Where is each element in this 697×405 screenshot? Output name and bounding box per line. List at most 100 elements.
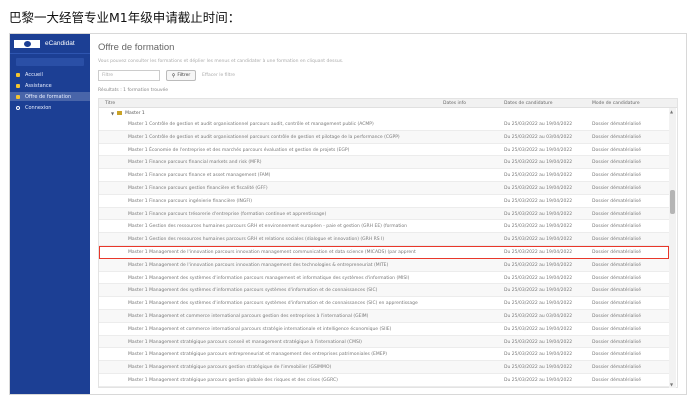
row-mode: Dossier dématérialisé [592, 173, 641, 179]
scroll-thumb[interactable] [670, 190, 675, 214]
row-title: Master 1 Finance parcours trésorerie d'e… [128, 211, 327, 217]
sidebar-item-label: Accueil [25, 71, 43, 78]
row-mode: Dossier dématérialisé [592, 185, 641, 191]
row-mode: Dossier dématérialisé [592, 377, 641, 383]
row-dates: Du 25/03/2022 au 19/04/2022 [504, 249, 573, 255]
table-row[interactable]: Master 1 Économie de l'entreprise et des… [99, 144, 669, 157]
row-mode: Dossier dématérialisé [592, 339, 641, 345]
row-mode: Dossier dématérialisé [592, 160, 641, 166]
folder-icon [117, 111, 123, 115]
search-icon: ⚲ [171, 72, 176, 79]
table-row[interactable]: Master 1 Management des systèmes d'infor… [99, 297, 669, 310]
row-mode: Dossier dématérialisé [592, 313, 641, 319]
table-row[interactable]: Master 1 Management stratégique parcours… [99, 348, 669, 362]
filter-button[interactable]: ⚲ Filtrer [166, 70, 196, 81]
university-logo [14, 39, 40, 48]
app-name: eCandidat [45, 40, 75, 47]
table-row[interactable]: Master 1 Finance parcours ingénierie fin… [99, 195, 669, 208]
help-icon [16, 83, 20, 88]
table-row[interactable]: Master 1 Management des systèmes d'infor… [99, 272, 669, 285]
table-row[interactable]: Master 1 Finance parcours gestion financ… [99, 181, 669, 195]
table-row[interactable]: Master 1 Management et commerce internat… [99, 309, 669, 323]
caption-text: 巴黎一大经管专业M1年级申请截止时间： [9, 10, 241, 25]
table-row[interactable]: Master 1 Gestion des ressources humaines… [99, 233, 669, 246]
sidebar-search-placeholder [16, 58, 84, 66]
main-panel: Offre de formation Vous pouvez consulter… [90, 34, 686, 394]
row-mode: Dossier dématérialisé [592, 262, 641, 268]
row-title: Master 1 Économie de l'entreprise et des… [128, 147, 350, 153]
table-row-highlighted[interactable]: Master 1 Management de l'innovation parc… [99, 245, 669, 259]
tree-group-master-1[interactable]: ▼ Master 1 [99, 108, 669, 118]
row-mode: Dossier dématérialisé [592, 147, 641, 153]
table-header: Titre Dates info Dates de candidature Mo… [99, 99, 677, 108]
login-icon [16, 105, 20, 110]
row-dates: Du 25/03/2022 au 19/04/2022 [504, 160, 573, 166]
sidebar-item-offre-de-formation[interactable]: Offre de formation [10, 92, 90, 101]
row-dates: Du 25/03/2022 au 19/04/2022 [504, 237, 573, 243]
row-title: Master 1 Gestion des ressources humaines… [128, 224, 407, 230]
column-header-title[interactable]: Titre [105, 101, 115, 106]
sidebar-item-label: Connexion [25, 104, 52, 111]
row-dates: Du 25/03/2022 au 19/04/2022 [504, 185, 573, 191]
row-mode: Dossier dématérialisé [592, 134, 641, 140]
row-mode: Dossier dématérialisé [592, 301, 641, 307]
row-mode: Dossier dématérialisé [592, 224, 641, 230]
row-title: Master 1 Management stratégique parcours… [128, 377, 338, 383]
column-header-info-dates[interactable]: Dates info [443, 101, 466, 106]
sidebar-item-accueil[interactable]: Accueil [10, 70, 90, 79]
reset-filter-link[interactable]: Effacer le filtre [202, 73, 235, 78]
row-dates: Du 25/03/2022 au 19/04/2022 [504, 262, 573, 268]
sidebar-item-connexion[interactable]: Connexion [10, 103, 90, 112]
row-dates: Du 25/03/2022 au 19/04/2022 [504, 224, 573, 230]
row-title: Master 1 Finance parcours ingénierie fin… [128, 198, 253, 204]
row-title: Master 1 Finance parcours finance et ass… [128, 173, 271, 179]
row-mode: Dossier dématérialisé [592, 122, 641, 127]
row-dates: Du 25/03/2022 au 19/04/2022 [504, 326, 573, 332]
row-dates: Du 25/03/2022 au 03/04/2022 [504, 313, 573, 319]
table-row[interactable]: Master 1 Contrôle de gestion et audit or… [99, 130, 669, 144]
row-dates: Du 25/03/2022 au 03/04/2022 [504, 134, 573, 140]
table-row[interactable]: Master 1 Management stratégique parcours… [99, 374, 669, 387]
filter-button-label: Filtrer [177, 73, 191, 78]
sidebar-item-label: Assistance [25, 82, 52, 89]
row-mode: Dossier dématérialisé [592, 365, 641, 371]
sidebar-item-assistance[interactable]: Assistance [10, 81, 90, 90]
row-title: Master 1 Management stratégique parcours… [128, 365, 332, 371]
table-rows: Master 1 Contrôle de gestion et audit or… [99, 118, 669, 387]
table-row[interactable]: Master 1 Management de l'innovation parc… [99, 258, 669, 272]
row-mode: Dossier dématérialisé [592, 249, 641, 255]
table-row[interactable]: Master 1 Contrôle de gestion et audit or… [99, 118, 669, 131]
row-title: Master 1 Contrôle de gestion et audit or… [128, 122, 374, 127]
row-mode: Dossier dématérialisé [592, 211, 641, 217]
filter-input[interactable]: Filtre [98, 70, 160, 81]
table-row[interactable]: Master 1 Management et commerce internat… [99, 323, 669, 336]
column-header-mode[interactable]: Mode de candidature [592, 101, 640, 106]
row-dates: Du 25/03/2022 au 19/04/2022 [504, 288, 573, 294]
row-title: Master 1 Management stratégique parcours… [128, 339, 362, 345]
book-icon [16, 94, 20, 99]
table-row[interactable]: Master 1 Management stratégique parcours… [99, 335, 669, 349]
app-window: eCandidat Accueil Assistance Offre de fo… [9, 33, 687, 395]
table-row[interactable]: Master 1 Gestion des ressources humaines… [99, 220, 669, 234]
row-title: Master 1 Management des systèmes d'infor… [128, 275, 410, 281]
table-row[interactable]: Master 1 Finance parcours finance et ass… [99, 169, 669, 182]
scroll-down-icon[interactable]: ▼ [670, 382, 673, 387]
row-dates: Du 25/03/2022 au 19/04/2022 [504, 352, 573, 358]
table-row[interactable]: Master 1 Finance parcours financial mark… [99, 156, 669, 170]
row-title: Master 1 Finance parcours gestion financ… [128, 185, 268, 191]
row-dates: Du 25/03/2022 au 19/04/2022 [504, 377, 573, 383]
scroll-up-icon[interactable]: ▲ [670, 109, 673, 114]
table-row[interactable]: Master 1 Management des systèmes d'infor… [99, 284, 669, 298]
row-title: Master 1 Management et commerce internat… [128, 326, 392, 332]
vertical-scrollbar[interactable]: ▲ ▼ [669, 108, 676, 388]
intro-text: Vous pouvez consulter les formations et … [98, 59, 344, 64]
table-row[interactable]: Master 1 Finance parcours trésorerie d'e… [99, 207, 669, 221]
row-title: Master 1 Management des systèmes d'infor… [128, 301, 418, 307]
row-dates: Du 25/03/2022 au 19/04/2022 [504, 365, 573, 371]
table-row[interactable]: Master 1 Management stratégique parcours… [99, 361, 669, 374]
row-mode: Dossier dématérialisé [592, 326, 641, 332]
column-header-dates[interactable]: Dates de candidature [504, 101, 553, 106]
row-mode: Dossier dématérialisé [592, 275, 641, 281]
row-title: Master 1 Management et commerce internat… [128, 313, 369, 319]
row-title: Master 1 Management des systèmes d'infor… [128, 288, 378, 294]
